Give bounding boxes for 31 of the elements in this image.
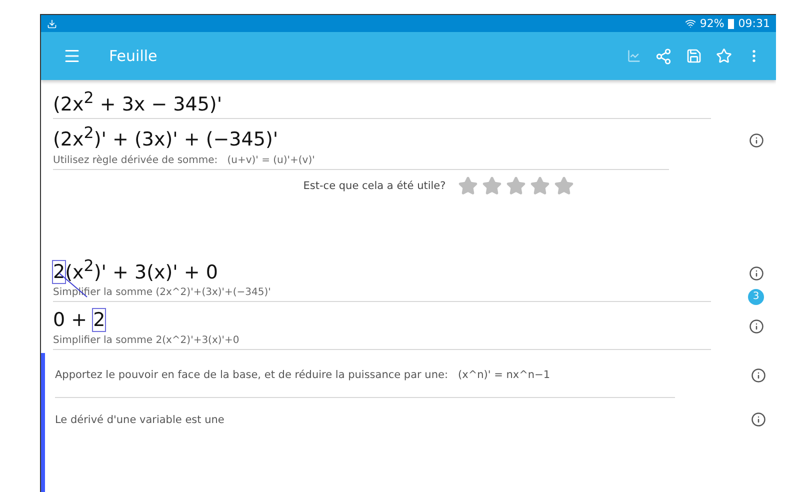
math-expression: 0 + 2 — [53, 308, 106, 331]
step-explanation: Simplifier la somme 2(x^2)'+3(x)'+0 — [53, 334, 240, 346]
math-expression: 2(x$^{2}$)' + 3(x)' + 0 — [53, 256, 219, 283]
info-icon[interactable] — [751, 412, 766, 428]
math-expression: (2x$^{2}$ + 3x − 345)' — [53, 88, 224, 116]
wifi-icon — [684, 18, 696, 29]
menu-icon[interactable] — [63, 47, 81, 65]
math-expression: (2x$^{2}$)' + (3x)' + (−345)' — [53, 123, 280, 151]
clock: 09:31 — [738, 17, 770, 30]
rating-star[interactable] — [482, 176, 502, 196]
star-icon[interactable] — [716, 48, 732, 64]
rule-explanation: Apportez le pouvoir en face de la base, et de réduire la puissance par une: (x^n)' = nx^n−1 — [55, 352, 675, 398]
rating-star[interactable] — [458, 176, 478, 196]
rating-star[interactable] — [554, 176, 574, 196]
info-icon[interactable] — [751, 368, 766, 383]
feedback-question: Est-ce que cela a été utile? — [303, 180, 446, 192]
rating-star[interactable] — [506, 176, 526, 196]
count-badge[interactable]: 3 — [748, 288, 764, 305]
info-icon[interactable] — [748, 318, 764, 334]
app-title: Feuille — [109, 47, 158, 65]
battery-icon — [728, 18, 734, 28]
rating-star[interactable] — [530, 176, 550, 196]
download-icon — [47, 18, 57, 28]
chart-icon[interactable] — [627, 49, 641, 63]
info-icon[interactable] — [748, 266, 764, 281]
rule-explanation: Le dérivé d'une variable est une — [55, 412, 226, 428]
battery-level: 92% — [700, 17, 724, 30]
save-icon[interactable] — [686, 48, 702, 64]
info-icon[interactable] — [748, 133, 764, 148]
share-icon[interactable] — [655, 48, 672, 64]
step-explanation: Utilisez règle dérivée de somme: (u+v)' = (u)'+(v)' — [53, 154, 316, 166]
